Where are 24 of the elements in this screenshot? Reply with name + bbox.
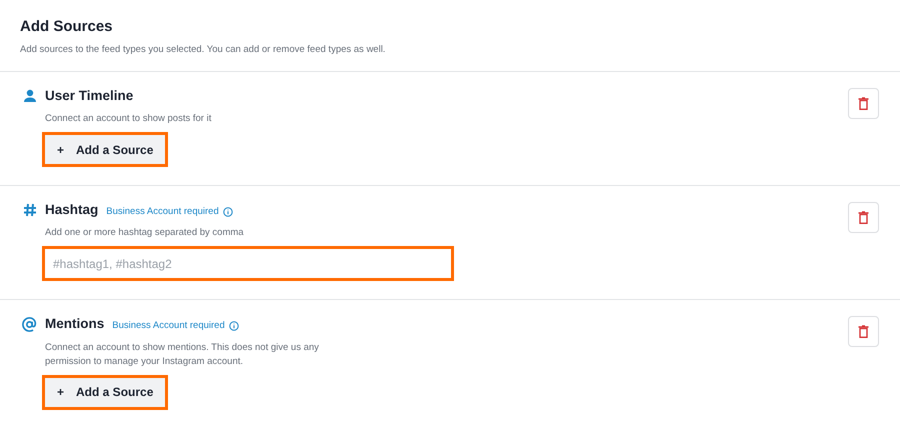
section-title: User Timeline <box>45 86 134 105</box>
delete-button[interactable] <box>848 316 879 348</box>
hashtag-icon <box>22 203 36 217</box>
section-description: Add one or more hashtag separated by comma <box>45 226 245 240</box>
trash-icon <box>858 96 869 110</box>
section-title: Hashtag <box>45 201 98 219</box>
at-sign-icon <box>22 317 37 332</box>
section-description: Connect an account to show posts for it <box>45 112 212 126</box>
add-source-button[interactable]: + Add a Source <box>42 132 168 167</box>
requirement-note: Business Account required <box>106 205 219 219</box>
trash-icon <box>858 211 869 224</box>
trash-icon <box>858 325 869 338</box>
person-icon <box>22 88 36 103</box>
add-source-button[interactable]: + Add a Source <box>42 374 168 410</box>
requirement-note: Business Account required <box>112 319 225 334</box>
info-icon[interactable] <box>222 207 233 218</box>
page-subtitle: Add sources to the feed types you selected. You can add or remove feed types as well. <box>20 42 386 56</box>
section-description: Connect an account to show mentions. This does not give us any permission to manage your Instagram account. <box>45 340 320 368</box>
hashtag-input-field[interactable]: #hashtag1, #hashtag2 <box>42 246 454 282</box>
delete-button[interactable] <box>848 88 879 119</box>
delete-button[interactable] <box>848 202 879 233</box>
page-title: Add Sources <box>20 17 114 37</box>
section-title: Mentions <box>45 315 104 334</box>
info-icon[interactable] <box>228 321 239 332</box>
